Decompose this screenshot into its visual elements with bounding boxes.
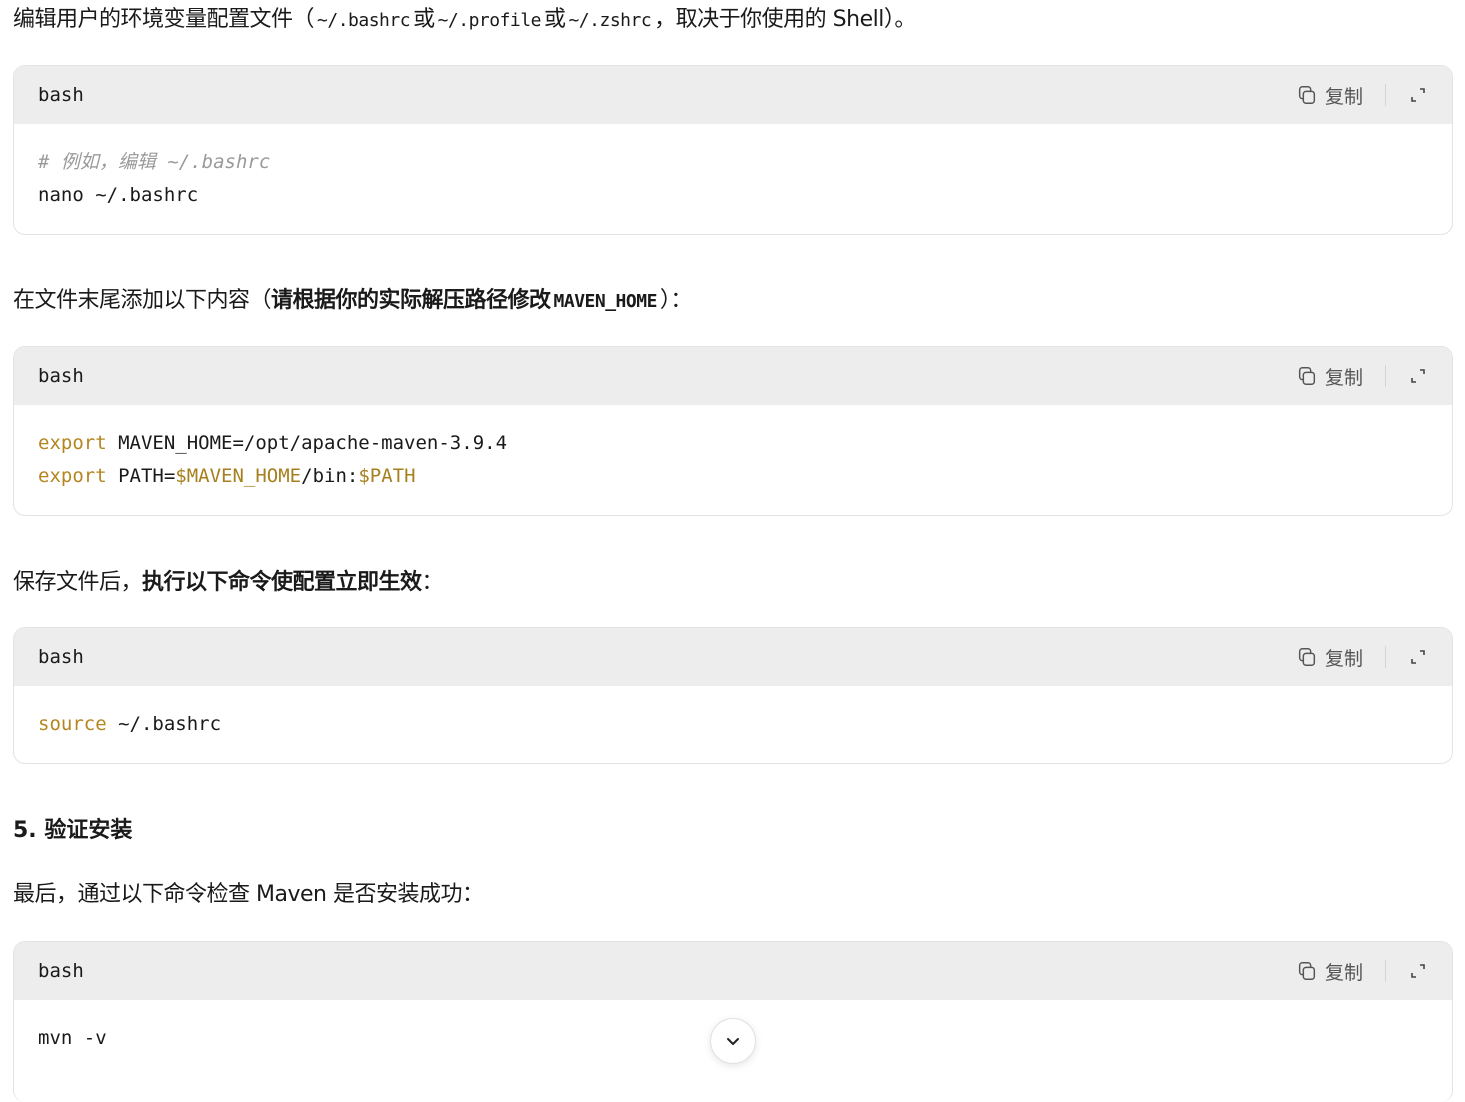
code-language-label: bash bbox=[38, 84, 84, 106]
code-body[interactable]: export MAVEN_HOME=/opt/apache-maven-3.9.… bbox=[14, 405, 1452, 515]
para-text: 保存文件后， bbox=[13, 570, 143, 595]
code-language-label: bash bbox=[38, 960, 84, 982]
code-text: PATH= bbox=[106, 465, 176, 487]
expand-icon bbox=[1411, 88, 1425, 102]
copy-label: 复制 bbox=[1324, 647, 1363, 670]
scroll-to-bottom-button[interactable] bbox=[710, 1018, 756, 1064]
code-language-label: bash bbox=[38, 646, 84, 668]
code-body[interactable]: # 例如，编辑 ~/.bashrc nano ~/.bashrc bbox=[14, 124, 1452, 234]
para-text: 或 bbox=[543, 7, 566, 32]
copy-button[interactable]: 复制 bbox=[1296, 82, 1363, 109]
action-divider bbox=[1385, 960, 1386, 982]
para-text: 或 bbox=[413, 7, 435, 32]
para-text: 在文件末尾添加以下内容（ bbox=[13, 288, 272, 313]
copy-icon bbox=[1298, 648, 1316, 666]
code-block-actions: 复制 bbox=[1296, 82, 1428, 109]
section-heading-verify: 5. 验证安装 bbox=[13, 818, 133, 843]
action-divider bbox=[1385, 84, 1386, 106]
code-block-actions: 复制 bbox=[1296, 958, 1428, 985]
copy-button[interactable]: 复制 bbox=[1296, 363, 1363, 390]
expand-button[interactable] bbox=[1408, 647, 1428, 667]
code-block-header: bash 复制 bbox=[14, 942, 1452, 1000]
action-divider bbox=[1385, 365, 1386, 387]
expand-icon bbox=[1411, 964, 1425, 978]
code-variable: $MAVEN_HOME bbox=[175, 465, 302, 487]
code-keyword: export bbox=[38, 465, 107, 487]
copy-label: 复制 bbox=[1324, 85, 1363, 108]
code-block-export-vars: bash 复制 export MAVEN_HOME=/opt/apache-ma… bbox=[13, 346, 1453, 516]
copy-button[interactable]: 复制 bbox=[1296, 644, 1363, 671]
code-block-actions: 复制 bbox=[1296, 363, 1428, 390]
inline-code-profile: ~/.profile bbox=[437, 10, 542, 31]
code-keyword: export bbox=[38, 432, 107, 454]
copy-icon bbox=[1298, 367, 1316, 385]
inline-code-bashrc: ~/.bashrc bbox=[317, 10, 411, 31]
inline-code-zshrc: ~/.zshrc bbox=[568, 10, 652, 31]
para-bold-text: 请根据你的实际解压路径修改 MAVEN_HOME bbox=[271, 288, 660, 313]
code-language-label: bash bbox=[38, 365, 84, 387]
copy-icon bbox=[1298, 86, 1316, 104]
copy-button[interactable]: 复制 bbox=[1296, 958, 1363, 985]
action-divider bbox=[1385, 646, 1386, 668]
copy-label: 复制 bbox=[1324, 961, 1363, 984]
code-line: nano ~/.bashrc bbox=[38, 184, 199, 206]
para-text: ： bbox=[421, 570, 444, 595]
para-text: 编辑用户的环境变量配置文件（ bbox=[13, 7, 315, 32]
expand-icon bbox=[1411, 650, 1425, 664]
bold-text: 请根据你的实际解压路径修改 bbox=[271, 288, 551, 313]
code-comment: # 例如，编辑 ~/.bashrc bbox=[38, 151, 271, 173]
code-block-source: bash 复制 source ~/.bashrc bbox=[13, 627, 1453, 764]
chevron-down-icon bbox=[727, 1038, 739, 1045]
expand-icon bbox=[1411, 369, 1425, 383]
code-variable: $PATH bbox=[358, 465, 416, 487]
code-text: MAVEN_HOME=/opt/apache-maven-3.9.4 bbox=[106, 432, 508, 454]
code-block-actions: 复制 bbox=[1296, 644, 1428, 671]
code-block-edit-bashrc: bash 复制 # 例如，编辑 ~/.bashrc nano ~/.bashrc bbox=[13, 65, 1453, 235]
code-body[interactable]: source ~/.bashrc bbox=[14, 686, 1452, 763]
inline-code-maven-home: MAVEN_HOME bbox=[553, 291, 658, 312]
copy-icon bbox=[1298, 962, 1316, 980]
para-text: ）： bbox=[659, 288, 693, 313]
code-block-header: bash 复制 bbox=[14, 628, 1452, 686]
paragraph-append-content: 在文件末尾添加以下内容（请根据你的实际解压路径修改 MAVEN_HOME）： bbox=[13, 281, 692, 322]
code-text: ~/.bashrc bbox=[106, 713, 222, 735]
expand-button[interactable] bbox=[1408, 366, 1428, 386]
paragraph-apply-config: 保存文件后，执行以下命令使配置立即生效： bbox=[13, 563, 444, 603]
code-block-header: bash 复制 bbox=[14, 347, 1452, 405]
paragraph-verify-instruction: 最后，通过以下命令检查 Maven 是否安装成功： bbox=[13, 882, 484, 907]
expand-button[interactable] bbox=[1408, 961, 1428, 981]
para-bold-text: 执行以下命令使配置立即生效 bbox=[142, 570, 422, 595]
code-block-header: bash 复制 bbox=[14, 66, 1452, 124]
paragraph-edit-config: 编辑用户的环境变量配置文件（ ~/.bashrc 或 ~/.profile 或 ~/.zs… bbox=[13, 0, 916, 41]
code-text: /bin: bbox=[301, 465, 359, 487]
code-line: mvn -v bbox=[38, 1027, 107, 1049]
copy-label: 复制 bbox=[1324, 366, 1363, 389]
para-text: ，取决于你使用的 Shell）。 bbox=[654, 7, 916, 32]
expand-button[interactable] bbox=[1408, 85, 1428, 105]
code-keyword: source bbox=[38, 713, 107, 735]
